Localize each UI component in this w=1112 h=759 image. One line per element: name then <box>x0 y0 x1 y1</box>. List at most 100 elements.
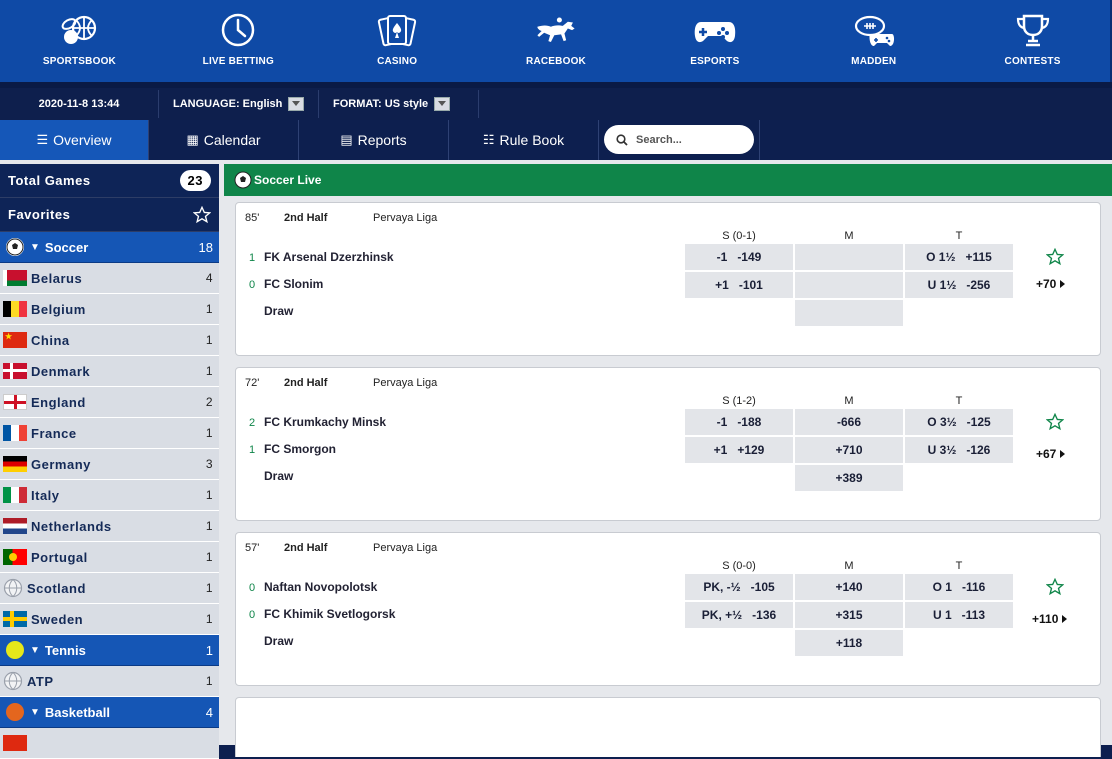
sidebar-item-france[interactable]: France 1 <box>0 418 219 449</box>
report-icon: ▤ <box>340 132 353 147</box>
format-selector[interactable]: FORMAT: US style <box>319 90 479 118</box>
star-icon[interactable] <box>193 205 211 224</box>
france-flag-icon <box>3 425 27 441</box>
total-odds-button[interactable]: U 3½ -126 <box>905 437 1013 463</box>
favorite-star-icon[interactable] <box>1046 248 1064 266</box>
country-count: 1 <box>205 364 213 378</box>
sidebar-sport-soccer[interactable]: ▼ Soccer 18 <box>0 232 219 263</box>
search-input[interactable] <box>636 133 736 146</box>
sidebar-item-belgium[interactable]: Belgium 1 <box>0 294 219 325</box>
sidebar-item-china[interactable]: ★ China 1 <box>0 325 219 356</box>
total-odds-button[interactable]: U 1½ -256 <box>905 272 1013 298</box>
soccer-ball-icon <box>6 238 24 256</box>
total-games-row: Total Games 23 <box>0 164 219 198</box>
total-odds-button[interactable]: O 3½ -125 <box>905 409 1013 435</box>
spread-odds-button[interactable]: -1 -188 <box>685 409 793 435</box>
cards-icon <box>378 15 417 47</box>
more-bets-link[interactable]: +67 <box>1036 447 1066 461</box>
game-half: 2nd Half <box>284 542 328 554</box>
spread-odds-button[interactable]: PK, -½ -105 <box>685 574 793 600</box>
search-box <box>604 125 754 154</box>
nav-casino[interactable]: CASINO <box>318 0 477 82</box>
sidebar-item-scotland[interactable]: Scotland 1 <box>0 573 219 604</box>
country-label: Scotland <box>27 580 86 596</box>
spread-odds-button[interactable]: -1 -149 <box>685 244 793 270</box>
spread-odds-button[interactable]: +1 -101 <box>685 272 793 298</box>
nav-racebook[interactable]: RACEBOOK <box>477 0 636 82</box>
favorite-star-icon[interactable] <box>1046 578 1064 596</box>
list-icon: ☰ <box>36 132 49 147</box>
sidebar-item-belarus[interactable]: Belarus 4 <box>0 263 219 294</box>
spread-odds-button[interactable]: PK, +½ -136 <box>685 602 793 628</box>
country-count: 2 <box>205 395 213 409</box>
belgium-flag-icon <box>3 301 27 317</box>
tab-overview[interactable]: ☰ Overview <box>0 120 149 160</box>
game-minute: 57' <box>245 542 260 554</box>
total-odds-button[interactable]: U 1 -113 <box>905 602 1013 628</box>
game-half: 2nd Half <box>284 377 328 389</box>
sidebar-item-sweden[interactable]: Sweden 1 <box>0 604 219 635</box>
sidebar-sport-basketball[interactable]: ▼ Basketball 4 <box>0 697 219 728</box>
team-score: 0 <box>249 582 256 594</box>
nav-live-betting[interactable]: LIVE BETTING <box>159 0 318 82</box>
moneyline-odds-button[interactable]: -666 <box>795 409 903 435</box>
nav-esports[interactable]: ESPORTS <box>635 0 794 82</box>
draw-odds-button[interactable]: +389 <box>795 465 903 491</box>
country-label: China <box>31 332 70 348</box>
draw-odds-button[interactable] <box>795 300 903 326</box>
sidebar-item-atp[interactable]: ATP 1 <box>0 666 219 697</box>
sidebar-item-netherlands[interactable]: Netherlands 1 <box>0 511 219 542</box>
chevron-down-icon[interactable] <box>288 97 304 111</box>
favorites-row[interactable]: Favorites <box>0 198 219 232</box>
sidebar-item-partial[interactable] <box>0 728 219 759</box>
tab-reports[interactable]: ▤ Reports <box>299 120 449 160</box>
nav-sportsbook[interactable]: SPORTSBOOK <box>0 0 159 82</box>
sidebar: Total Games 23 Favorites ▼ Soccer 18 Bel… <box>0 160 224 759</box>
favorite-star-icon[interactable] <box>1046 413 1064 431</box>
moneyline-odds-button[interactable] <box>795 244 903 270</box>
sidebar-item-portugal[interactable]: Portugal 1 <box>0 542 219 573</box>
spread-odds-button[interactable]: +1 +129 <box>685 437 793 463</box>
nav-label: CASINO <box>377 56 418 67</box>
moneyline-odds-button[interactable]: +710 <box>795 437 903 463</box>
chevron-down-icon[interactable] <box>434 97 451 111</box>
sidebar-item-england[interactable]: England 2 <box>0 387 219 418</box>
country-count: 1 <box>205 581 213 595</box>
country-count: 1 <box>205 488 213 502</box>
game-league: Pervaya Liga <box>373 212 438 224</box>
nav-madden[interactable]: MADDEN <box>794 0 953 82</box>
total-odds-button[interactable]: O 1½ +115 <box>905 244 1013 270</box>
country-label: Belgium <box>31 301 86 317</box>
nav-label: CONTESTS <box>1004 56 1061 67</box>
clock-icon <box>222 13 255 47</box>
draw-odds-button[interactable]: +118 <box>795 630 903 656</box>
country-count: 1 <box>205 302 213 316</box>
chevron-down-icon: ▼ <box>30 241 40 253</box>
tab-calendar[interactable]: ▦ Calendar <box>149 120 299 160</box>
top-navigation: SPORTSBOOK LIVE BETTING CASINO RACEBOOK … <box>0 0 1112 82</box>
moneyline-odds-button[interactable]: +315 <box>795 602 903 628</box>
sidebar-sport-tennis[interactable]: ▼ Tennis 1 <box>0 635 219 666</box>
tab-rule-book[interactable]: ☷ Rule Book <box>449 120 599 160</box>
sidebar-item-germany[interactable]: Germany 3 <box>0 449 219 480</box>
more-bets-link[interactable]: +110 <box>1032 612 1068 626</box>
tab-label: Reports <box>357 132 407 148</box>
globe-icon <box>3 578 23 598</box>
sidebar-item-italy[interactable]: Italy 1 <box>0 480 219 511</box>
moneyline-odds-button[interactable] <box>795 272 903 298</box>
language-value: English <box>242 98 283 110</box>
sidebar-item-denmark[interactable]: Denmark 1 <box>0 356 219 387</box>
game-league: Pervaya Liga <box>373 377 438 389</box>
nav-contests[interactable]: CONTESTS <box>953 0 1112 82</box>
england-flag-icon <box>3 394 27 410</box>
portugal-flag-icon <box>3 549 27 565</box>
total-odds-button[interactable]: O 1 -116 <box>905 574 1013 600</box>
country-label: Italy <box>31 487 60 503</box>
caret-right-icon <box>1060 280 1066 288</box>
moneyline-odds-button[interactable]: +140 <box>795 574 903 600</box>
team-name: FK Arsenal Dzerzhinsk <box>264 250 394 264</box>
language-selector[interactable]: LANGUAGE: English <box>159 90 319 118</box>
country-count: 1 <box>205 519 213 533</box>
more-bets-link[interactable]: +70 <box>1036 277 1066 291</box>
datetime: 2020-11-8 13:44 <box>0 90 159 118</box>
